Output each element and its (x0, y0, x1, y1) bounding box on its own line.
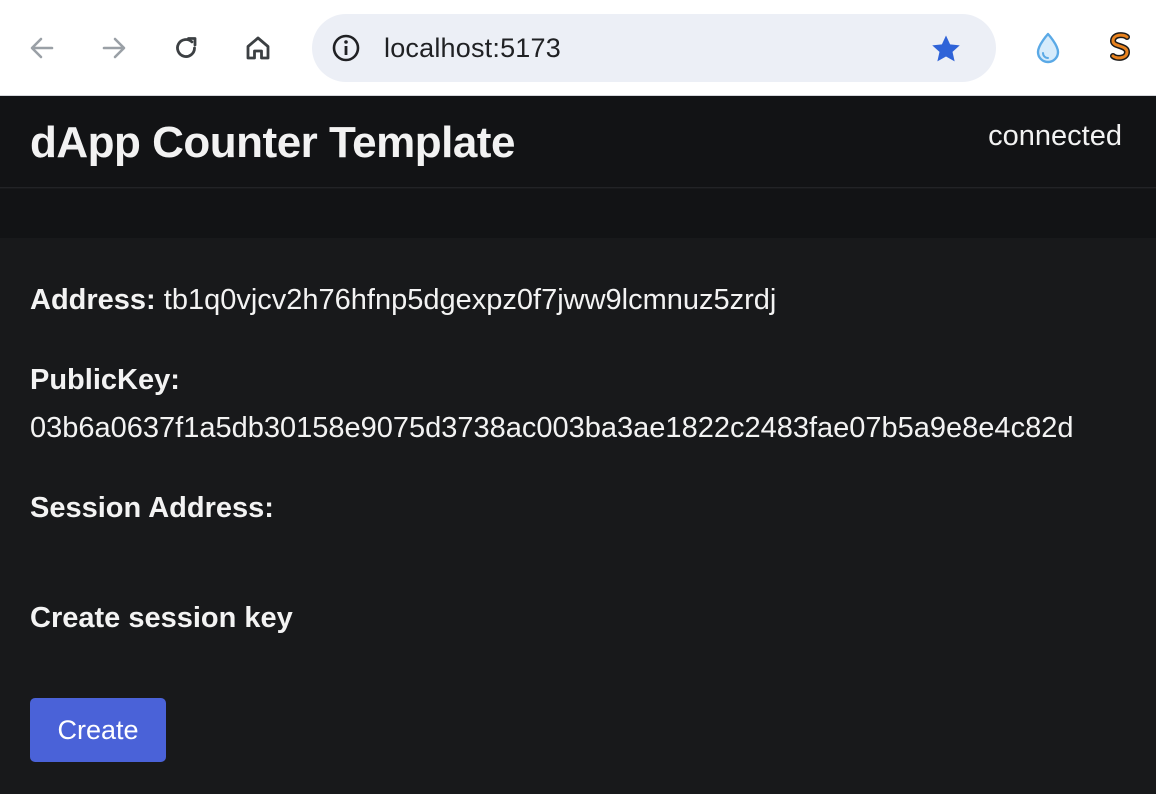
create-button[interactable]: Create (30, 698, 166, 762)
address-bar[interactable]: localhost:5173 (312, 14, 996, 82)
wallet-info: Address: tb1q0vjcv2h76hfnp5dgexpz0f7jww9… (30, 276, 1130, 642)
bookmark-star-icon[interactable] (926, 29, 966, 69)
site-info-icon[interactable] (330, 32, 362, 64)
pubkey-value: 03b6a0637f1a5db30158e9075d3738ac003ba3ae… (30, 412, 1074, 444)
s-extension-icon[interactable] (1100, 28, 1140, 68)
header-sub-bar (0, 189, 1156, 238)
connection-status: connected (988, 120, 1122, 152)
forward-arrow-icon[interactable] (94, 26, 134, 70)
home-icon[interactable] (238, 26, 278, 70)
back-arrow-icon[interactable] (22, 26, 62, 70)
pubkey-label: PublicKey: (30, 364, 180, 396)
address-row: Address: tb1q0vjcv2h76hfnp5dgexpz0f7jww9… (30, 276, 1130, 324)
pubkey-row: PublicKey: 03b6a0637f1a5db30158e9075d373… (30, 356, 1130, 452)
session-address-row: Session Address: (30, 484, 1130, 532)
session-address-label: Session Address: (30, 492, 274, 524)
browser-toolbar: localhost:5173 (0, 0, 1156, 96)
url-text[interactable]: localhost:5173 (384, 32, 561, 64)
app-header: dApp Counter Template connected (0, 96, 1156, 188)
create-session-title: Create session key (30, 602, 293, 634)
reload-icon[interactable] (166, 26, 206, 70)
droplet-extension-icon[interactable] (1028, 28, 1068, 68)
address-label: Address: (30, 284, 156, 316)
page-title: dApp Counter Template (30, 118, 515, 167)
address-value: tb1q0vjcv2h76hfnp5dgexpz0f7jww9lcmnuz5zr… (163, 284, 777, 316)
